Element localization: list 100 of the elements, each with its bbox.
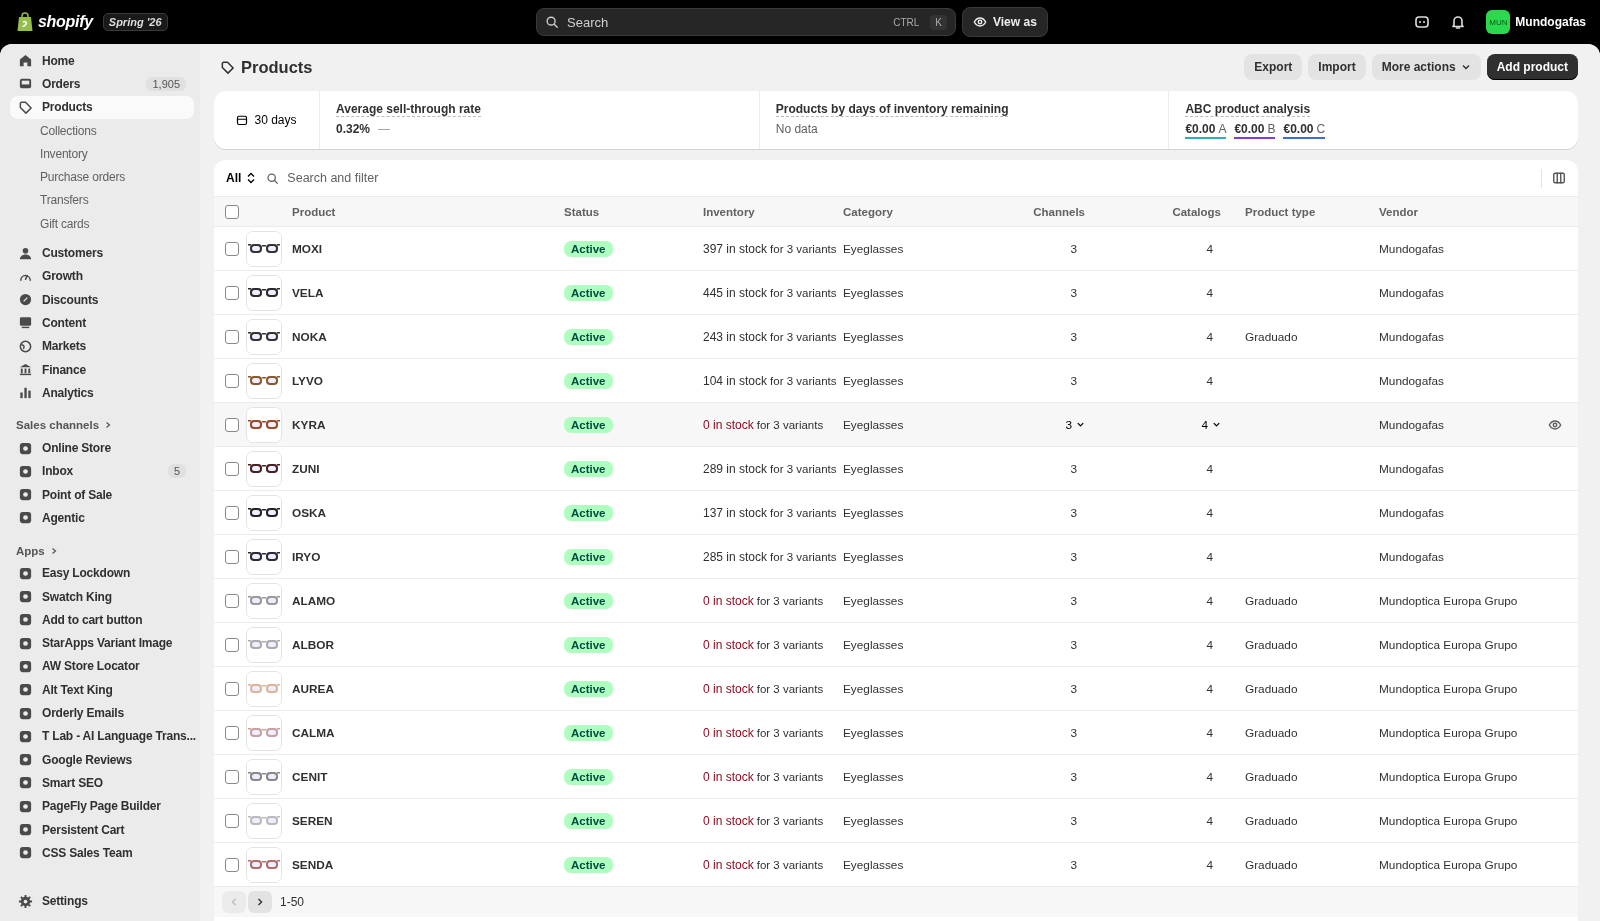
nav-item[interactable]: Agentic	[10, 506, 194, 530]
nav-item[interactable]: StarApps Variant Image	[10, 631, 194, 655]
nav-item[interactable]: Markets	[10, 334, 194, 358]
checkbox[interactable]	[225, 417, 239, 432]
product-name[interactable]: MOXI	[292, 227, 564, 270]
nav-item[interactable]: PageFly Page Builder	[10, 794, 194, 818]
table-row[interactable]: CALMA Active 0 in stock for 3 variants Eyeglasses 3 4 Graduado Mundoptica Europa Grupo	[214, 711, 1578, 755]
table-row[interactable]: SEREN Active 0 in stock for 3 variants Eyeglasses 3 4 Graduado Mundoptica Europa Grupo	[214, 799, 1578, 843]
nav-item[interactable]: Gift cards	[10, 212, 194, 236]
checkbox[interactable]	[225, 461, 239, 476]
table-row[interactable]: CENIT Active 0 in stock for 3 variants Eyeglasses 3 4 Graduado Mundoptica Europa Grupo	[214, 755, 1578, 799]
nav-item[interactable]: Point of Sale	[10, 483, 194, 507]
table-row[interactable]: KYRA Active 0 in stock for 3 variants Eyeglasses 3 4 Mundogafas	[214, 403, 1578, 447]
store-menu[interactable]: MUN Mundogafas	[1486, 10, 1586, 34]
nav-item[interactable]: Orderly Emails	[10, 701, 194, 725]
nav-item[interactable]: Customers	[10, 241, 194, 265]
nav-item[interactable]: Analytics	[10, 381, 194, 405]
nav-item[interactable]: Transfers	[10, 188, 194, 213]
nav-item[interactable]: Products	[10, 95, 194, 119]
nav-item[interactable]: Home	[10, 49, 194, 73]
filter-tab[interactable]: All	[226, 171, 257, 185]
product-name[interactable]: NOKA	[292, 315, 564, 358]
nav-item[interactable]: Discounts	[10, 287, 194, 312]
checkbox[interactable]	[225, 593, 239, 608]
product-name[interactable]: ALBOR	[292, 623, 564, 666]
nav-item[interactable]: Growth	[10, 264, 194, 288]
product-name[interactable]: AUREA	[292, 667, 564, 710]
product-name[interactable]: CENIT	[292, 755, 564, 798]
view-as-button[interactable]: View as	[962, 7, 1048, 37]
nav-item[interactable]: Inventory	[10, 142, 194, 166]
product-name[interactable]: SEREN	[292, 799, 564, 842]
table-row[interactable]: NOKA Active 243 in stock for 3 variants Eyeglasses 3 4 Graduado Mundogafas	[214, 315, 1578, 359]
checkbox[interactable]	[225, 813, 239, 828]
nav-item[interactable]: Collections	[10, 118, 194, 143]
grade-value[interactable]: €0.00 A	[1185, 122, 1227, 139]
nav-item[interactable]: Alt Text King	[10, 678, 194, 702]
checkbox[interactable]	[225, 857, 239, 872]
action-button[interactable]: Import	[1308, 54, 1366, 80]
column-header[interactable]: Channels	[993, 197, 1093, 226]
column-header[interactable]: Catalogs	[1093, 197, 1229, 226]
product-name[interactable]: ALAMO	[292, 579, 564, 622]
section-heading[interactable]: Sales channels	[10, 414, 194, 437]
nav-item[interactable]: AW Store Locator	[10, 654, 194, 679]
product-name[interactable]: OSKA	[292, 491, 564, 534]
search-field[interactable]: Search CTRL K	[536, 8, 956, 36]
nav-item[interactable]: Smart SEO	[10, 771, 194, 795]
count-dropdown[interactable]: 3	[1065, 417, 1085, 432]
table-row[interactable]: ALAMO Active 0 in stock for 3 variants Eyeglasses 3 4 Graduado Mundoptica Europa Grupo	[214, 579, 1578, 623]
date-range-button[interactable]: 30 days	[214, 91, 320, 149]
checkbox[interactable]	[225, 241, 239, 256]
product-name[interactable]: SENDA	[292, 843, 564, 886]
table-row[interactable]: OSKA Active 137 in stock for 3 variants Eyeglasses 3 4 Mundogafas	[214, 491, 1578, 535]
primary-button[interactable]: Add product	[1486, 54, 1578, 80]
nav-item[interactable]: Content	[10, 311, 194, 335]
table-row[interactable]: ALBOR Active 0 in stock for 3 variants Eyeglasses 3 4 Graduado Mundoptica Europa Grupo	[214, 623, 1578, 667]
nav-item[interactable]: Purchase orders	[10, 165, 194, 189]
metric-title[interactable]: ABC product analysis	[1185, 102, 1311, 117]
metric-title[interactable]: Average sell-through rate	[336, 102, 481, 117]
column-header[interactable]: Product type	[1229, 197, 1379, 226]
checkbox[interactable]	[225, 505, 239, 520]
search-input[interactable]: Search	[565, 13, 883, 31]
nav-item[interactable]: T Lab - AI Language Trans...	[10, 724, 194, 748]
nav-item[interactable]: Google Reviews	[10, 748, 194, 772]
column-header[interactable]: Vendor	[1379, 197, 1548, 226]
action-button[interactable]: Export	[1244, 54, 1303, 80]
nav-item[interactable]: Easy Lockdown	[10, 561, 194, 585]
table-row[interactable]: ZUNI Active 289 in stock for 3 variants Eyeglasses 3 4 Mundogafas	[214, 447, 1578, 491]
grade-value[interactable]: €0.00 C	[1283, 122, 1326, 139]
table-row[interactable]: AUREA Active 0 in stock for 3 variants Eyeglasses 3 4 Graduado Mundoptica Europa Grupo	[214, 667, 1578, 711]
checkbox[interactable]	[225, 204, 239, 219]
column-header[interactable]: Inventory	[703, 197, 843, 226]
column-header[interactable]: Category	[843, 197, 993, 226]
columns-button[interactable]	[1541, 168, 1566, 188]
product-name[interactable]: IRYO	[292, 535, 564, 578]
nav-item[interactable]: CSS Sales Team	[10, 841, 194, 865]
metric-title[interactable]: Products by days of inventory remaining	[775, 102, 1009, 117]
next-page-button[interactable]	[248, 891, 272, 913]
product-name[interactable]: CALMA	[292, 711, 564, 754]
checkbox[interactable]	[225, 549, 239, 564]
nav-item[interactable]: Online Store	[10, 436, 194, 460]
section-heading[interactable]: Apps	[10, 539, 194, 562]
checkbox[interactable]	[225, 725, 239, 740]
product-name[interactable]: LYVO	[292, 359, 564, 402]
checkbox[interactable]	[225, 329, 239, 344]
product-name[interactable]: VELA	[292, 271, 564, 314]
table-row[interactable]: MOXI Active 397 in stock for 3 variants Eyeglasses 3 4 Mundogafas	[214, 227, 1578, 271]
product-name[interactable]: ZUNI	[292, 447, 564, 490]
count-dropdown[interactable]: 4	[1201, 417, 1221, 432]
checkbox[interactable]	[225, 285, 239, 300]
nav-item[interactable]: Add to cart button	[10, 608, 194, 632]
nav-item[interactable]: Orders 1,905	[10, 72, 194, 96]
preview-button[interactable]	[1548, 417, 1562, 432]
checkbox[interactable]	[225, 769, 239, 784]
column-header[interactable]: Product	[292, 197, 564, 226]
grade-value[interactable]: €0.00 B	[1234, 122, 1276, 139]
column-header[interactable]: Status	[564, 197, 703, 226]
table-row[interactable]: VELA Active 445 in stock for 3 variants Eyeglasses 3 4 Mundogafas	[214, 271, 1578, 315]
nav-item[interactable]: Swatch King	[10, 584, 194, 609]
checkbox[interactable]	[225, 637, 239, 652]
nav-item[interactable]: Settings	[10, 889, 194, 913]
